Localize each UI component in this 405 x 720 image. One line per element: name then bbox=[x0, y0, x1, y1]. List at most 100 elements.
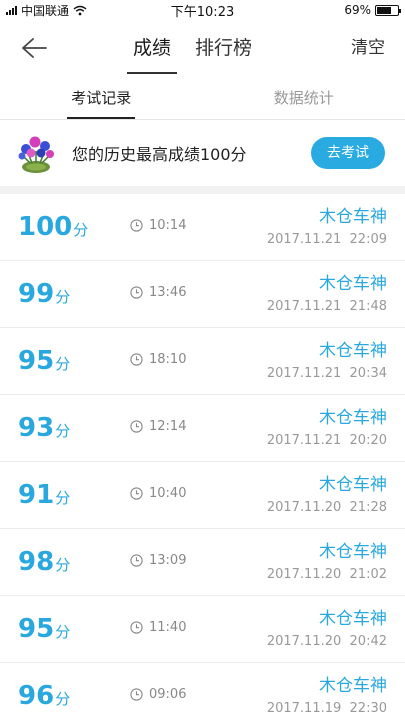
record-time: 21:48 bbox=[349, 299, 387, 314]
record-row[interactable]: 95 分 18:10 木仓车神 2017.11.21 20:34 bbox=[0, 328, 405, 395]
wifi-icon bbox=[73, 5, 87, 16]
record-date: 2017.11.19 bbox=[266, 701, 342, 716]
carrier-name: 中国联通 bbox=[21, 3, 70, 18]
score: 91 分 bbox=[18, 480, 70, 510]
record-time: 20:20 bbox=[349, 433, 387, 448]
record-datetime: 2017.11.21 21:48 bbox=[267, 297, 387, 317]
subtab-statistics[interactable]: 数据统计 bbox=[203, 76, 405, 119]
duration-value: 13:46 bbox=[149, 285, 187, 300]
clock-icon bbox=[130, 688, 143, 701]
score-unit: 分 bbox=[73, 221, 89, 239]
clock-icon bbox=[130, 420, 143, 433]
record-time: 22:30 bbox=[349, 701, 387, 716]
tab-ranking[interactable]: 排行榜 bbox=[195, 20, 252, 76]
record-row[interactable]: 93 分 12:14 木仓车神 2017.11.21 20:20 bbox=[0, 395, 405, 462]
signal-icon bbox=[6, 5, 17, 15]
nav-tabs: 成绩 排行榜 bbox=[126, 20, 252, 76]
duration-value: 10:40 bbox=[149, 486, 187, 501]
record-row[interactable]: 96 分 09:06 木仓车神 2017.11.19 22:30 bbox=[0, 663, 405, 720]
record-row[interactable]: 98 分 13:09 木仓车神 2017.11.20 21:02 bbox=[0, 529, 405, 596]
user-name: 木仓车神 bbox=[319, 609, 387, 629]
duration-value: 12:14 bbox=[149, 419, 187, 434]
clock-icon bbox=[130, 621, 143, 634]
duration: 12:14 bbox=[130, 419, 186, 434]
record-datetime: 2017.11.21 22:09 bbox=[267, 230, 387, 250]
duration: 10:14 bbox=[130, 218, 186, 233]
duration-value: 18:10 bbox=[149, 352, 187, 367]
record-date: 2017.11.21 bbox=[266, 299, 342, 314]
duration-value: 09:06 bbox=[149, 687, 187, 702]
tab-scores[interactable]: 成绩 bbox=[126, 20, 178, 76]
clock-icon bbox=[130, 554, 143, 567]
record-meta: 木仓车神 2017.11.21 20:34 bbox=[267, 340, 387, 384]
record-meta: 木仓车神 2017.11.20 21:02 bbox=[267, 541, 387, 585]
record-meta: 木仓车神 2017.11.20 20:42 bbox=[267, 608, 387, 652]
nav-bar: 成绩 排行榜 清空 bbox=[0, 20, 405, 76]
score-value: 95 bbox=[18, 614, 55, 644]
record-meta: 木仓车神 2017.11.21 22:09 bbox=[267, 206, 387, 250]
best-score-banner: 您的历史最高成绩100分 去考试 bbox=[0, 120, 405, 194]
score: 95 分 bbox=[18, 614, 70, 644]
record-date: 2017.11.21 bbox=[266, 366, 342, 381]
user-name: 木仓车神 bbox=[319, 408, 387, 428]
score-unit: 分 bbox=[55, 690, 71, 708]
clock-icon bbox=[130, 353, 143, 366]
user-name: 木仓车神 bbox=[319, 207, 387, 227]
record-row[interactable]: 91 分 10:40 木仓车神 2017.11.20 21:28 bbox=[0, 462, 405, 529]
duration: 18:10 bbox=[130, 352, 186, 367]
record-time: 21:02 bbox=[349, 567, 387, 582]
back-button[interactable] bbox=[18, 34, 50, 62]
record-row[interactable]: 95 分 11:40 木仓车神 2017.11.20 20:42 bbox=[0, 596, 405, 663]
status-bar: 中国联通 下午10:23 69% bbox=[0, 0, 405, 20]
take-exam-button[interactable]: 去考试 bbox=[311, 137, 385, 169]
sub-tabs: 考试记录 数据统计 bbox=[0, 76, 405, 120]
score: 95 分 bbox=[18, 346, 70, 376]
score: 99 分 bbox=[18, 279, 70, 309]
back-arrow-icon bbox=[22, 38, 47, 58]
score: 96 分 bbox=[18, 681, 70, 711]
score-unit: 分 bbox=[55, 355, 71, 373]
record-row[interactable]: 100 分 10:14 木仓车神 2017.11.21 22:09 bbox=[0, 194, 405, 261]
duration: 13:46 bbox=[130, 285, 186, 300]
clear-button[interactable]: 清空 bbox=[351, 20, 385, 76]
score-value: 96 bbox=[18, 681, 55, 711]
record-meta: 木仓车神 2017.11.21 21:48 bbox=[267, 273, 387, 317]
record-datetime: 2017.11.20 20:42 bbox=[267, 632, 387, 652]
subtab-exam-records[interactable]: 考试记录 bbox=[0, 76, 203, 119]
score: 93 分 bbox=[18, 413, 70, 443]
user-name: 木仓车神 bbox=[319, 341, 387, 361]
duration: 11:40 bbox=[130, 620, 186, 635]
record-meta: 木仓车神 2017.11.20 21:28 bbox=[267, 474, 387, 518]
score-unit: 分 bbox=[55, 422, 71, 440]
record-datetime: 2017.11.21 20:20 bbox=[267, 431, 387, 451]
record-date: 2017.11.20 bbox=[266, 634, 342, 649]
battery-icon bbox=[375, 4, 401, 16]
record-date: 2017.11.21 bbox=[266, 232, 342, 247]
user-name: 木仓车神 bbox=[319, 475, 387, 495]
status-left: 中国联通 bbox=[6, 2, 87, 19]
record-time: 20:34 bbox=[349, 366, 387, 381]
record-time: 22:09 bbox=[349, 232, 387, 247]
clock-icon bbox=[130, 219, 143, 232]
record-datetime: 2017.11.20 21:28 bbox=[267, 498, 387, 518]
score: 100 分 bbox=[18, 212, 88, 242]
score-value: 100 bbox=[18, 212, 73, 242]
score-unit: 分 bbox=[55, 623, 71, 641]
record-meta: 木仓车神 2017.11.21 20:20 bbox=[267, 407, 387, 451]
score-unit: 分 bbox=[55, 288, 71, 306]
score-value: 93 bbox=[18, 413, 55, 443]
duration: 10:40 bbox=[130, 486, 186, 501]
best-score-text: 您的历史最高成绩100分 bbox=[72, 145, 247, 164]
score-unit: 分 bbox=[55, 489, 71, 507]
duration-value: 10:14 bbox=[149, 218, 187, 233]
record-row[interactable]: 99 分 13:46 木仓车神 2017.11.21 21:48 bbox=[0, 261, 405, 328]
record-datetime: 2017.11.20 21:02 bbox=[267, 565, 387, 585]
record-time: 20:42 bbox=[349, 634, 387, 649]
user-name: 木仓车神 bbox=[319, 542, 387, 562]
user-name: 木仓车神 bbox=[319, 274, 387, 294]
duration-value: 11:40 bbox=[149, 620, 187, 635]
score-value: 98 bbox=[18, 547, 55, 577]
record-date: 2017.11.20 bbox=[266, 500, 342, 515]
flower-pot-icon bbox=[18, 136, 54, 173]
record-time: 21:28 bbox=[349, 500, 387, 515]
